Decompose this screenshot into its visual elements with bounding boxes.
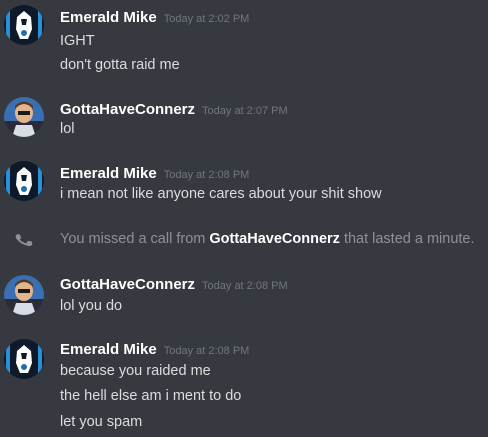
message-text: because you raided me bbox=[60, 363, 211, 379]
missed-call-prefix: You missed a call from bbox=[60, 231, 206, 247]
avatar[interactable] bbox=[4, 339, 44, 379]
chat-log: Emerald Mike Today at 2:02 PM IGHT don't … bbox=[0, 0, 488, 437]
message-text: the hell else am i ment to do bbox=[60, 388, 242, 404]
avatar[interactable] bbox=[4, 97, 44, 137]
message-text: don't gotta raid me bbox=[60, 57, 180, 73]
emerald-mike-avatar-icon bbox=[4, 5, 44, 45]
message-text: let you spam bbox=[60, 414, 143, 430]
emerald-mike-avatar-icon bbox=[4, 339, 44, 379]
avatar[interactable] bbox=[4, 275, 44, 315]
message-timestamp: Today at 2:02 PM bbox=[163, 13, 250, 25]
message-author[interactable]: GottaHaveConnerz bbox=[60, 276, 195, 293]
message-author[interactable]: Emerald Mike bbox=[60, 341, 157, 358]
message-author[interactable]: GottaHaveConnerz bbox=[60, 101, 195, 118]
gottahaveconnerz-avatar-icon bbox=[4, 275, 44, 315]
message-text: lol bbox=[60, 121, 75, 137]
gottahaveconnerz-avatar-icon bbox=[4, 97, 44, 137]
avatar[interactable] bbox=[4, 161, 44, 201]
missed-call-caller[interactable]: GottaHaveConnerz bbox=[209, 231, 340, 247]
emerald-mike-avatar-icon bbox=[4, 161, 44, 201]
message-timestamp: Today at 2:07 PM bbox=[202, 105, 288, 117]
missed-call-text: You missed a call from GottaHaveConnerz … bbox=[60, 231, 475, 247]
phone-icon bbox=[14, 230, 34, 250]
message-author[interactable]: Emerald Mike bbox=[60, 9, 157, 26]
message-text: lol you do bbox=[60, 298, 123, 314]
message-timestamp: Today at 2:08 PM bbox=[163, 345, 250, 357]
message-text: IGHT bbox=[60, 33, 95, 49]
avatar[interactable] bbox=[4, 5, 44, 45]
message-text: i mean not like anyone cares about your … bbox=[60, 186, 382, 202]
message-timestamp: Today at 2:08 PM bbox=[163, 169, 250, 181]
missed-call-suffix: that lasted a minute. bbox=[343, 231, 475, 247]
message-timestamp: Today at 2:08 PM bbox=[202, 280, 288, 292]
message-author[interactable]: Emerald Mike bbox=[60, 165, 157, 182]
